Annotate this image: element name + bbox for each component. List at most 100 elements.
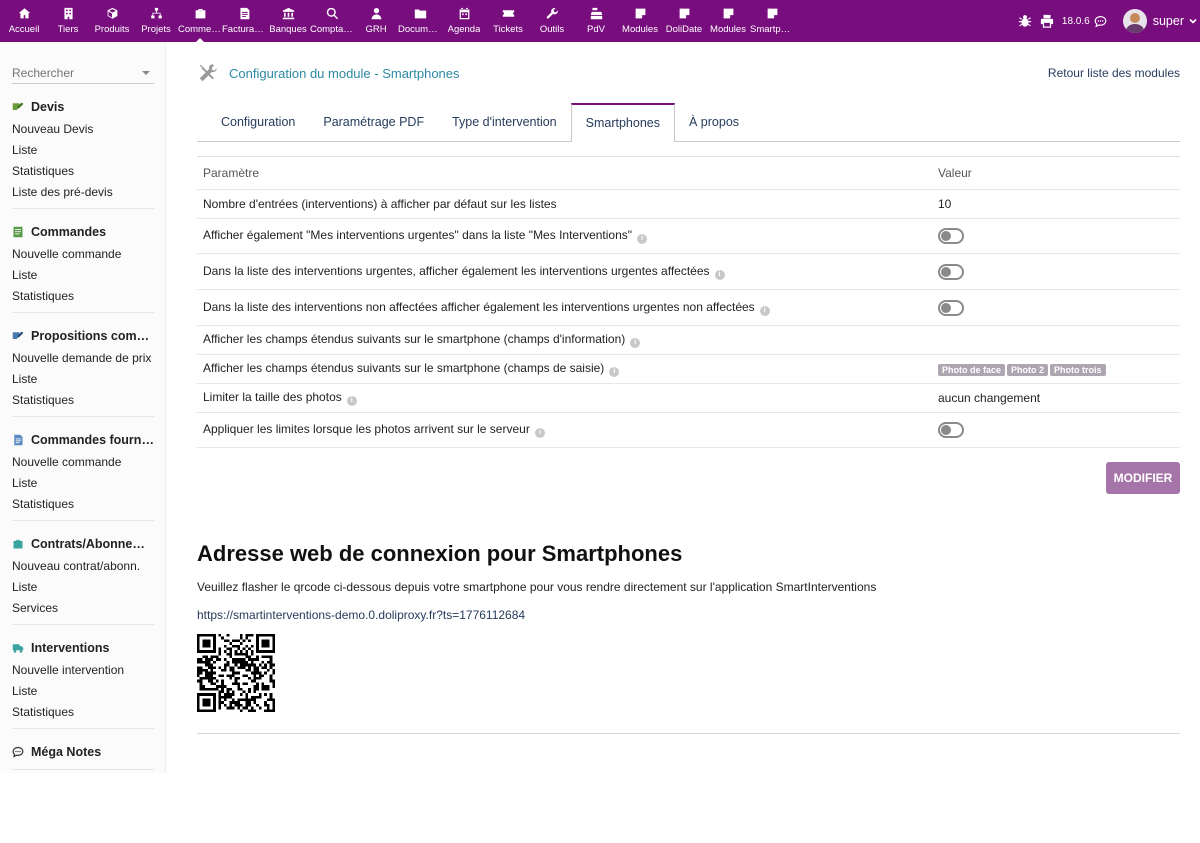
sidebar-link[interactable]: Statistiques [12, 161, 154, 182]
sidebar-block: Propositions commerciales fournisseurs No… [12, 313, 154, 417]
sidebar-link[interactable]: Statistiques [12, 390, 154, 411]
wrench-icon [546, 8, 558, 19]
sidebar-block: Méga Notes [12, 729, 154, 770]
info-icon[interactable]: i [637, 234, 648, 244]
sidebar-link[interactable]: Nouvelle demande de prix [12, 348, 154, 369]
sidebar-link[interactable]: Nouveau Devis [12, 119, 154, 140]
topnav-item-13[interactable]: PdV [574, 0, 618, 42]
connection-url-link[interactable]: https://smartinterventions-demo.0.dolipr… [197, 608, 525, 622]
info-icon[interactable]: i [534, 428, 545, 438]
tab-3[interactable]: Smartphones [570, 103, 675, 142]
top-right-tools: 18.0.6 super [1018, 0, 1200, 42]
topnav-item-5[interactable]: Facturation [222, 0, 266, 42]
sidebar-link[interactable]: Services [12, 598, 154, 619]
topnav-item-label: Projets [141, 24, 171, 35]
sidebar-link[interactable]: Nouvelle commande [12, 244, 154, 265]
topnav-item-label: Banques [269, 24, 307, 35]
info-icon[interactable]: i [609, 367, 620, 377]
sidebar-link[interactable]: Liste [12, 473, 154, 494]
sidebar-block-title[interactable]: Commandes [12, 223, 154, 241]
topnav-item-16[interactable]: Modules [706, 0, 750, 42]
sidebar-link[interactable]: Statistiques [12, 702, 154, 723]
sidebar-link[interactable]: Nouveau contrat/abonn. [12, 556, 154, 577]
tab-1[interactable]: Paramétrage PDF [309, 103, 438, 141]
topnav-item-15[interactable]: DoliDate [662, 0, 706, 42]
info-icon[interactable]: i [714, 269, 725, 280]
tools-icon [199, 64, 217, 82]
sidebar-block-title[interactable]: Devis [12, 98, 154, 116]
sidebar-link[interactable]: Nouvelle commande [12, 452, 154, 473]
magnifier-icon [326, 7, 338, 20]
topnav-item-1[interactable]: Tiers [46, 0, 90, 42]
sidebar-block-title[interactable]: Propositions commerciales fournisseurs [12, 327, 154, 345]
sidebar-block-title[interactable]: Interventions [12, 639, 154, 657]
topnav-item-label: GRH [365, 24, 387, 35]
parameter-cell: Limiter la taille des photos i [197, 383, 932, 413]
invoice-icon [239, 7, 249, 20]
print-icon[interactable] [1040, 14, 1054, 28]
toggle-switch[interactable] [938, 422, 964, 438]
comment-icon [12, 746, 24, 758]
sidebar-link[interactable]: Liste [12, 265, 154, 286]
note-icon [767, 8, 777, 19]
topnav-item-0[interactable]: Accueil [2, 0, 46, 42]
topnav-item-2[interactable]: Produits [90, 0, 134, 42]
bug-icon[interactable] [1018, 14, 1032, 28]
topnav-item-3[interactable]: Projets [134, 0, 178, 42]
topnav-item-8[interactable]: GRH [354, 0, 398, 42]
sidebar-link[interactable]: Liste [12, 140, 154, 161]
column-header-parameter: Paramètre [197, 156, 932, 190]
chat-icon[interactable] [1094, 15, 1107, 28]
chevron-down-icon[interactable] [1188, 16, 1198, 26]
parameter-cell: Dans la liste des interventions urgentes… [197, 253, 932, 290]
user-avatar[interactable] [1122, 9, 1147, 33]
parameter-cell: Afficher les champs étendus suivants sur… [197, 325, 932, 355]
info-icon[interactable]: i [630, 338, 641, 348]
sidebar-link[interactable]: Statistiques [12, 494, 154, 515]
back-to-modules-link[interactable]: Retour liste des modules [1048, 66, 1180, 80]
tab-0[interactable]: Configuration [207, 103, 309, 141]
toggle-switch[interactable] [938, 299, 964, 316]
sidebar-link[interactable]: Liste [12, 681, 154, 702]
topnav-item-9[interactable]: Documents [398, 0, 442, 42]
page-header: Configuration du module - Smartphones Re… [197, 42, 1180, 104]
topnav-item-11[interactable]: Tickets [486, 0, 530, 42]
sidebar-link[interactable]: Statistiques [12, 286, 154, 307]
tab-2[interactable]: Type d'intervention [438, 103, 571, 141]
search-input[interactable] [12, 65, 132, 80]
topnav-item-6[interactable]: Banques [266, 0, 310, 42]
parameter-label: Limiter la taille des photos [203, 390, 342, 404]
toggle-switch[interactable] [938, 263, 964, 280]
topnav-item-17[interactable]: Smartphones [750, 0, 794, 42]
topnav-item-label: Smartphones [750, 24, 794, 35]
table-row: Nombre d'entrées (interventions) à affic… [197, 189, 1180, 219]
info-icon[interactable]: i [759, 305, 770, 316]
sidebar-block-title[interactable]: Méga Notes [12, 743, 154, 761]
sidebar-link[interactable]: Nouvelle intervention [12, 660, 154, 681]
parameter-value: 10 [938, 197, 952, 211]
search-box[interactable] [12, 62, 154, 84]
topnav-item-4[interactable]: Commercial [178, 0, 222, 42]
sidebar-link[interactable]: Liste [12, 577, 154, 598]
value-cell [932, 289, 1180, 326]
proposal-icon [12, 102, 24, 110]
caret-down-icon[interactable] [142, 70, 150, 75]
info-icon[interactable]: i [346, 396, 357, 406]
topnav-item-7[interactable]: Comptabilité [310, 0, 354, 42]
sidebar-link[interactable]: Liste [12, 369, 154, 390]
parameter-label: Afficher les champs étendus suivants sur… [203, 332, 626, 346]
modify-button[interactable]: MODIFIER [1106, 462, 1180, 494]
sidebar-block-title[interactable]: Commandes fournisseurs [12, 431, 154, 449]
sidebar-menu: Devis Nouveau Devis Liste Statistiques Liste… [12, 84, 154, 770]
toggle-switch[interactable] [938, 228, 964, 244]
topnav-item-14[interactable]: Modules [618, 0, 662, 42]
topnav-item-12[interactable]: Outils [530, 0, 574, 42]
tab-4[interactable]: À propos [675, 103, 753, 141]
parameter-cell: Nombre d'entrées (interventions) à affic… [197, 189, 932, 219]
topnav-item-10[interactable]: Agenda [442, 0, 486, 42]
parameter-label: Afficher également "Mes interventions ur… [203, 228, 633, 242]
username-label[interactable]: super [1153, 14, 1184, 28]
cube-icon [107, 7, 117, 19]
sidebar-link[interactable]: Liste des pré-devis [12, 182, 154, 203]
sidebar-block-title[interactable]: Contrats/Abonnements [12, 535, 154, 553]
